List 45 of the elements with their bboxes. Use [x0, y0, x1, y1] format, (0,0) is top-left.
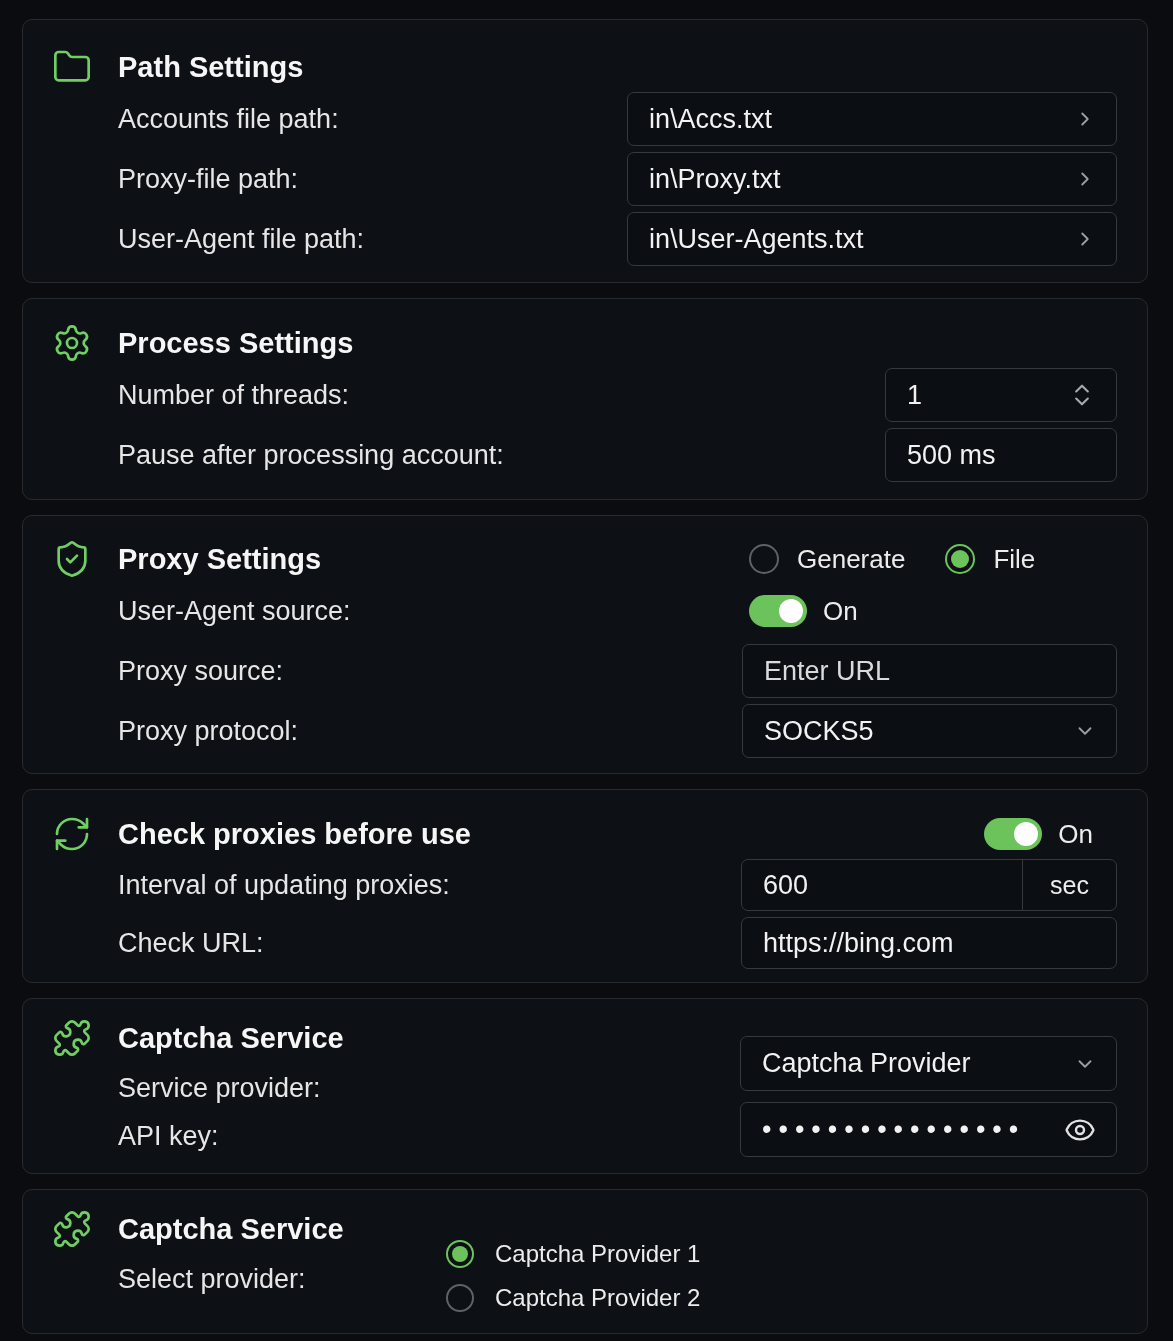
puzzle-icon: [52, 1018, 92, 1058]
section-title: Path Settings: [118, 50, 304, 85]
setting-label: Service provider:: [118, 1072, 321, 1105]
setting-label: API key:: [118, 1120, 219, 1153]
setting-label: Pause after processing account:: [118, 439, 504, 471]
toggle-switch[interactable]: [984, 818, 1043, 850]
setting-label: Check URL:: [118, 927, 264, 959]
section-title: Check proxies before use: [118, 817, 471, 852]
setting-label: Accounts file path:: [118, 103, 339, 135]
dropdown[interactable]: SOCKS5: [742, 704, 1117, 758]
radio-label: File: [993, 543, 1036, 575]
setting-label: User-Agent file path:: [118, 223, 365, 255]
section-title: Proxy Settings: [118, 542, 322, 577]
setting-label: Interval of updating proxies:: [118, 869, 450, 901]
file-path-field[interactable]: in\User-Agents.txt: [627, 212, 1117, 266]
text-field[interactable]: 500 ms: [885, 428, 1117, 482]
section-title: Process Settings: [118, 326, 354, 361]
file-path-field[interactable]: in\Proxy.txt: [627, 152, 1117, 206]
section-title: Captcha Service: [118, 1021, 344, 1056]
toggle-switch[interactable]: [749, 595, 807, 627]
password-field[interactable]: ••••••••••••••••: [740, 1102, 1117, 1157]
radio-label: Captcha Provider 1: [495, 1240, 701, 1268]
puzzle-icon: [52, 1209, 92, 1249]
section-title: Captcha Service: [118, 1212, 344, 1247]
setting-label: Proxy source:: [118, 655, 284, 687]
setting-label: Number of threads:: [118, 379, 350, 411]
toggle-label: On: [823, 595, 858, 627]
setting-label: User-Agent source:: [118, 595, 351, 627]
radio-button[interactable]: [446, 1240, 474, 1268]
setting-label: Select provider:: [118, 1263, 306, 1296]
text-field[interactable]: Enter URL: [742, 644, 1117, 698]
radio-button[interactable]: [446, 1284, 474, 1312]
radio-button[interactable]: [945, 544, 976, 574]
number-stepper-field[interactable]: 1: [885, 368, 1117, 422]
radio-button[interactable]: [749, 544, 779, 574]
unit-label: sec: [1022, 860, 1116, 910]
radio-label: Generate: [797, 543, 906, 575]
text-field[interactable]: https://bing.com: [741, 917, 1117, 969]
file-path-field[interactable]: in\Accs.txt: [627, 92, 1117, 146]
radio-label: Captcha Provider 2: [495, 1284, 701, 1312]
dropdown[interactable]: Captcha Provider: [740, 1036, 1117, 1091]
toggle-label: On: [1058, 818, 1093, 850]
number-field[interactable]: 600 sec: [741, 859, 1117, 911]
setting-label: Proxy-file path:: [118, 163, 299, 195]
setting-label: Proxy protocol:: [118, 715, 299, 747]
